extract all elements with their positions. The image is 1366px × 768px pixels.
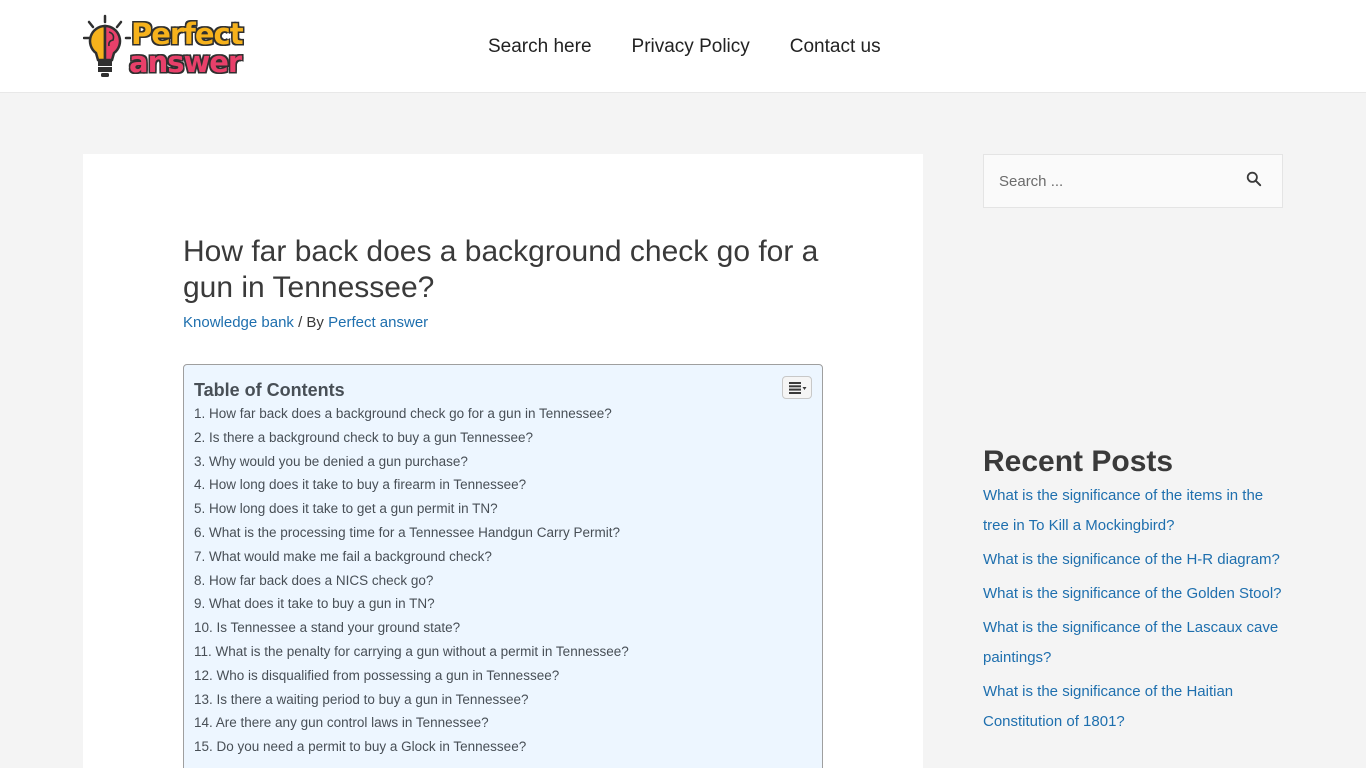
toc-link[interactable]: 11. What is the penalty for carrying a g… <box>194 644 629 659</box>
toc-item: 15. Do you need a permit to buy a Glock … <box>194 735 629 759</box>
toc-item: 7. What would make me fail a background … <box>194 545 629 569</box>
toc-item: 5. How long does it take to get a gun pe… <box>194 497 629 521</box>
list-item: What is the significance of the H-R diag… <box>983 545 1283 575</box>
toc-title: Table of Contents <box>194 380 345 400</box>
toc-link[interactable]: 3. Why would you be denied a gun purchas… <box>194 454 468 469</box>
site-logo[interactable]: Perfect answer <box>83 14 244 80</box>
toc-item: 9. What does it take to buy a gun in TN? <box>194 592 629 616</box>
recent-post-link[interactable]: What is the significance of the Haitian … <box>983 683 1233 730</box>
toc-item: 4. How long does it take to buy a firear… <box>194 473 629 497</box>
category-link[interactable]: Knowledge bank <box>183 314 294 331</box>
meta-separator: / By <box>293 314 329 331</box>
toc-link[interactable]: 12. Who is disqualified from possessing … <box>194 668 559 683</box>
article-card: How far back does a background check go … <box>83 154 923 768</box>
list-toggle-icon <box>789 382 807 394</box>
search-icon <box>1246 171 1262 187</box>
recent-post-link[interactable]: What is the significance of the H-R diag… <box>983 551 1280 568</box>
toc-link[interactable]: 2. Is there a background check to buy a … <box>194 430 533 445</box>
toc-link[interactable]: 8. How far back does a NICS check go? <box>194 573 433 588</box>
recent-post-link[interactable]: What is the significance of the items in… <box>983 487 1263 534</box>
toc-link[interactable]: 6. What is the processing time for a Ten… <box>194 525 620 540</box>
table-of-contents: Table of Contents 1. How far back does a… <box>183 364 823 768</box>
article-title: How far back does a background check go … <box>183 235 819 304</box>
toc-item: 12. Who is disqualified from possessing … <box>194 664 629 688</box>
list-item: What is the significance of the Golden S… <box>983 579 1283 609</box>
search-submit-button[interactable] <box>1246 171 1268 193</box>
site-header: Perfect answer Search here Privacy Polic… <box>0 0 1366 93</box>
toc-list: 1. How far back does a background check … <box>194 402 629 759</box>
sidebar-search-form <box>983 154 1283 208</box>
lightbulb-brain-icon <box>83 14 131 77</box>
toc-item: 6. What is the processing time for a Ten… <box>194 521 629 545</box>
nav-privacy-policy[interactable]: Privacy Policy <box>632 35 750 59</box>
recent-posts-title: Recent Posts <box>983 445 1174 478</box>
toc-link[interactable]: 14. Are there any gun control laws in Te… <box>194 715 489 730</box>
logo-text-line2: answer <box>129 45 242 79</box>
toc-item: 14. Are there any gun control laws in Te… <box>194 711 629 735</box>
toc-link[interactable]: 13. Is there a waiting period to buy a g… <box>194 692 528 707</box>
nav-search-here[interactable]: Search here <box>488 35 592 59</box>
toc-link[interactable]: 15. Do you need a permit to buy a Glock … <box>194 739 526 754</box>
toc-link[interactable]: 7. What would make me fail a background … <box>194 549 492 564</box>
recent-posts-list: What is the significance of the items in… <box>983 481 1283 741</box>
toc-link[interactable]: 9. What does it take to buy a gun in TN? <box>194 596 435 611</box>
toc-item: 13. Is there a waiting period to buy a g… <box>194 688 629 712</box>
toc-item: 8. How far back does a NICS check go? <box>194 569 629 593</box>
toc-link[interactable]: 5. How long does it take to get a gun pe… <box>194 501 498 516</box>
search-input[interactable] <box>985 156 1235 206</box>
list-item: What is the significance of the Lascaux … <box>983 613 1283 673</box>
toc-link[interactable]: 4. How long does it take to buy a firear… <box>194 477 526 492</box>
list-item: What is the significance of the Haitian … <box>983 677 1283 737</box>
toc-link[interactable]: 10. Is Tennessee a stand your ground sta… <box>194 620 460 635</box>
toc-item: 2. Is there a background check to buy a … <box>194 426 629 450</box>
toc-toggle-button[interactable] <box>782 376 812 399</box>
toc-item: 1. How far back does a background check … <box>194 402 629 426</box>
nav-contact-us[interactable]: Contact us <box>790 35 881 59</box>
main-navigation: Search here Privacy Policy Contact us <box>488 35 921 59</box>
toc-item: 11. What is the penalty for carrying a g… <box>194 640 629 664</box>
author-link[interactable]: Perfect answer <box>328 314 428 331</box>
article-meta: Knowledge bank / By Perfect answer <box>183 314 428 332</box>
list-item: What is the significance of the items in… <box>983 481 1283 541</box>
toc-item: 3. Why would you be denied a gun purchas… <box>194 450 629 474</box>
toc-link[interactable]: 1. How far back does a background check … <box>194 406 612 421</box>
toc-item: 10. Is Tennessee a stand your ground sta… <box>194 616 629 640</box>
recent-post-link[interactable]: What is the significance of the Lascaux … <box>983 619 1278 666</box>
recent-post-link[interactable]: What is the significance of the Golden S… <box>983 585 1282 602</box>
